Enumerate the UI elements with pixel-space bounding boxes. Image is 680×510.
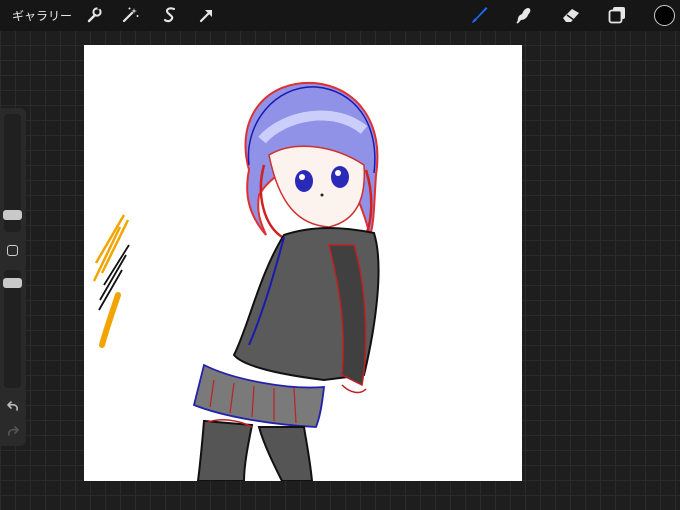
undo-arrow-icon[interactable] bbox=[5, 399, 21, 413]
left-sidebar bbox=[0, 108, 26, 446]
anime-girl-sketch bbox=[92, 81, 380, 481]
redo-arrow-icon[interactable] bbox=[5, 424, 21, 438]
actions-wrench-icon[interactable] bbox=[83, 4, 105, 26]
gallery-button[interactable]: ギャラリー bbox=[12, 7, 72, 24]
adjustments-magic-wand-icon[interactable] bbox=[119, 4, 141, 26]
drawing-canvas[interactable] bbox=[84, 45, 522, 481]
top-toolbar: ギャラリー bbox=[0, 0, 680, 31]
opacity-slider-thumb[interactable] bbox=[3, 278, 22, 288]
color-swatch[interactable] bbox=[654, 5, 675, 26]
modify-button[interactable] bbox=[7, 245, 18, 256]
eraser-icon[interactable] bbox=[560, 4, 582, 26]
transform-arrow-icon[interactable] bbox=[196, 4, 218, 26]
smudge-icon[interactable] bbox=[513, 4, 535, 26]
layers-icon[interactable] bbox=[606, 4, 628, 26]
brush-icon[interactable] bbox=[468, 4, 490, 26]
selection-s-icon[interactable] bbox=[159, 4, 181, 26]
brush-size-slider-thumb[interactable] bbox=[3, 210, 22, 220]
